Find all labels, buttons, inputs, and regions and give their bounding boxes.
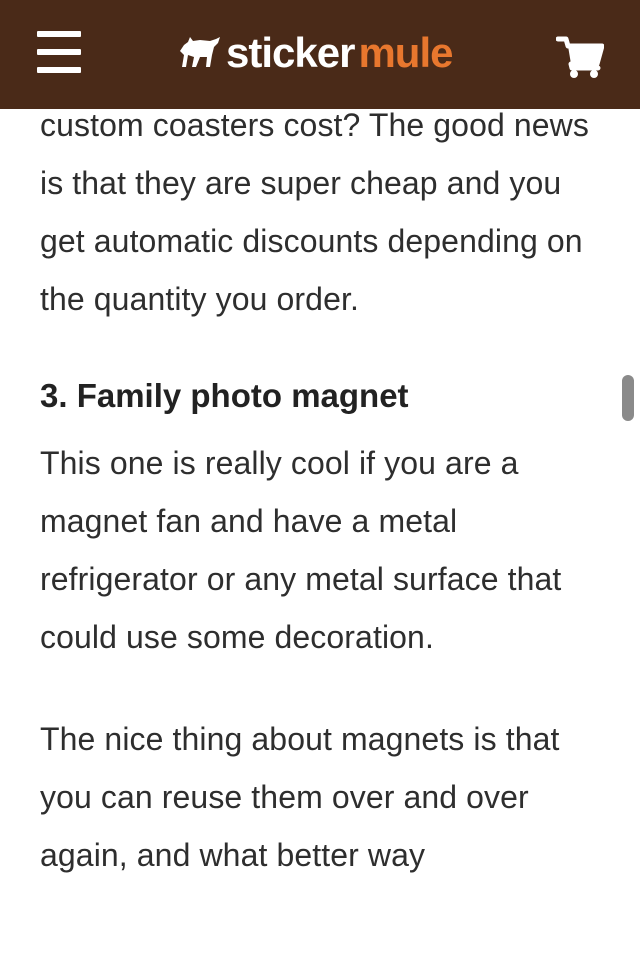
logo-text-mule: mule bbox=[358, 29, 453, 76]
body-paragraph: The nice thing about magnets is that you… bbox=[40, 721, 560, 873]
hamburger-menu-icon[interactable] bbox=[37, 31, 81, 73]
mule-logo-icon bbox=[180, 37, 220, 67]
top-navigation-bar: sticker mule bbox=[0, 0, 640, 109]
article-body: custom coasters cost? The good news is t… bbox=[40, 96, 600, 884]
scrollbar-thumb[interactable] bbox=[622, 375, 634, 421]
page: custom coasters cost? The good news is t… bbox=[0, 0, 640, 959]
shopping-cart-icon[interactable] bbox=[555, 36, 605, 78]
intro-paragraph: custom coasters cost? The good news is t… bbox=[40, 107, 589, 317]
body-paragraph: This one is really cool if you are a mag… bbox=[40, 445, 562, 655]
stickermule-logo[interactable]: sticker mule bbox=[178, 28, 453, 78]
logo-text-sticker: sticker bbox=[226, 29, 355, 76]
section-heading: 3. Family photo magnet bbox=[40, 377, 409, 414]
